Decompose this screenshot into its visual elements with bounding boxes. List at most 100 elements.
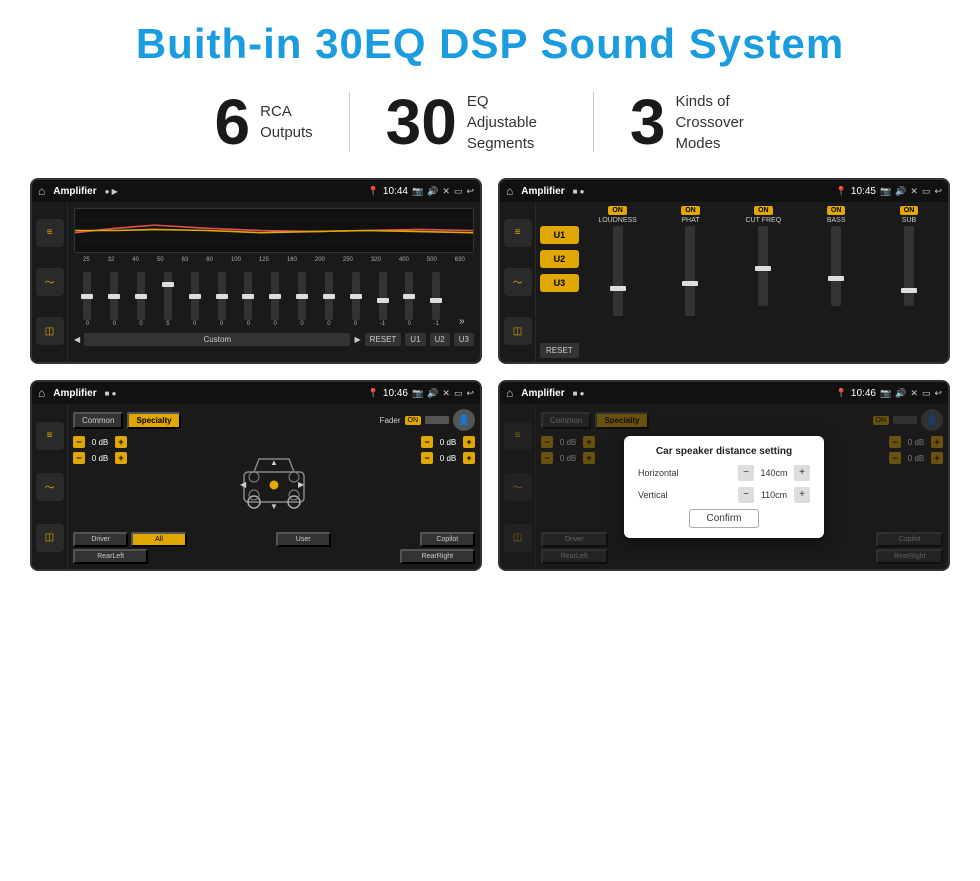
svg-text:◀: ◀ xyxy=(240,480,247,489)
cutfreq-slider[interactable] xyxy=(758,226,768,306)
crossover-main-area: U1 U2 U3 RESET ON LOUDNESS xyxy=(536,202,948,362)
eq-slider-9: 0 xyxy=(298,272,306,327)
phat-col: ON PHAT xyxy=(656,206,726,358)
eq-prev-arrow[interactable]: ◀ xyxy=(74,335,80,344)
dialog-screen: ⌂ Amplifier ■ ● 📍 10:46 📷 🔊 ✕ ▭ ↩ ≡ 〜 xyxy=(498,380,950,571)
eq-slider-1: 0 xyxy=(83,272,91,327)
crossover-sidebar-btn-3[interactable]: ◫ xyxy=(504,317,532,345)
horizontal-stepper: − 140cm + xyxy=(738,465,810,481)
vertical-minus-btn[interactable]: − xyxy=(738,487,754,503)
eq-x-icon: ✕ xyxy=(442,186,450,197)
db-plus-4[interactable]: + xyxy=(463,452,475,464)
driver-btn[interactable]: Driver xyxy=(73,532,128,547)
eq-camera-icon: 📷 xyxy=(412,186,423,197)
crossover-controls: ON LOUDNESS ON PHAT xyxy=(583,206,944,358)
fader-status-bar: ⌂ Amplifier ■ ● 📍 10:46 📷 🔊 ✕ ▭ ↩ xyxy=(32,382,480,404)
fader-sidebar-btn-2[interactable]: 〜 xyxy=(36,473,64,501)
horizontal-minus-btn[interactable]: − xyxy=(738,465,754,481)
eq-u2-btn[interactable]: U2 xyxy=(430,333,450,346)
right-db-controls: − 0 dB + − 0 dB + xyxy=(421,436,475,528)
eq-custom-btn[interactable]: Custom xyxy=(84,333,350,346)
eq-sidebar-btn-3[interactable]: ◫ xyxy=(36,317,64,345)
specialty-tab[interactable]: Specialty xyxy=(127,412,180,429)
crossover-reset-btn[interactable]: RESET xyxy=(540,343,579,358)
sub-toggle[interactable]: ON xyxy=(900,206,919,215)
fader-controls-area: − 0 dB + − 0 dB + xyxy=(73,436,475,528)
eq-window-icon: ▭ xyxy=(454,186,463,197)
u1-button[interactable]: U1 xyxy=(540,226,579,244)
user-btn[interactable]: User xyxy=(276,532,331,547)
eq-slider-2: 0 xyxy=(110,272,118,327)
db-plus-1[interactable]: + xyxy=(115,436,127,448)
page-title: Buith-in 30EQ DSP Sound System xyxy=(30,20,950,68)
fader-sidebar-btn-3[interactable]: ◫ xyxy=(36,524,64,552)
left-db-controls: − 0 dB + − 0 dB + xyxy=(73,436,127,528)
eq-slider-more[interactable]: » xyxy=(459,316,465,327)
eq-screen-content: ≡ 〜 ◫ xyxy=(32,202,480,362)
rearright-btn[interactable]: RearRight xyxy=(400,549,475,564)
eq-sound-icon: 🔊 xyxy=(427,186,438,197)
cutfreq-label: CUT FREQ xyxy=(745,217,781,224)
home-icon: ⌂ xyxy=(38,184,45,198)
dialog-back-icon: ↩ xyxy=(934,388,942,399)
eq-next-arrow[interactable]: ▶ xyxy=(354,335,360,344)
copilot-btn[interactable]: Copilot xyxy=(420,532,475,547)
horizontal-label: Horizontal xyxy=(638,468,679,478)
db-minus-4[interactable]: − xyxy=(421,452,433,464)
eq-slider-8: 0 xyxy=(271,272,279,327)
eq-graph xyxy=(74,208,474,253)
eq-slider-5: 0 xyxy=(191,272,199,327)
db-minus-1[interactable]: − xyxy=(73,436,85,448)
db-val-2: 0 dB xyxy=(88,454,112,463)
dialog-x-icon: ✕ xyxy=(910,388,918,399)
cutfreq-toggle[interactable]: ON xyxy=(754,206,773,215)
eq-sidebar-btn-2[interactable]: 〜 xyxy=(36,268,64,296)
horizontal-plus-btn[interactable]: + xyxy=(794,465,810,481)
crossover-camera-icon: 📷 xyxy=(880,186,891,197)
fader-slider[interactable] xyxy=(425,416,449,424)
crossover-x-icon: ✕ xyxy=(910,186,918,197)
loudness-slider[interactable] xyxy=(613,226,623,316)
db-minus-2[interactable]: − xyxy=(73,452,85,464)
eq-sidebar-btn-1[interactable]: ≡ xyxy=(36,219,64,247)
confirm-button[interactable]: Confirm xyxy=(689,509,758,528)
crossover-status-bar: ⌂ Amplifier ■ ● 📍 10:45 📷 🔊 ✕ ▭ ↩ xyxy=(500,180,948,202)
car-diagram: ▲ ▼ ◀ ▶ xyxy=(133,436,415,528)
crossover-screen-content: ≡ 〜 ◫ U1 U2 U3 RESET ON LOU xyxy=(500,202,948,362)
crossover-location-icon: 📍 xyxy=(836,186,847,197)
db-plus-2[interactable]: + xyxy=(115,452,127,464)
sub-slider[interactable] xyxy=(904,226,914,306)
eq-u3-btn[interactable]: U3 xyxy=(454,333,474,346)
loudness-toggle[interactable]: ON xyxy=(608,206,627,215)
eq-slider-12: -1 xyxy=(379,272,387,327)
fader-sidebar-btn-1[interactable]: ≡ xyxy=(36,422,64,450)
fader-x-icon: ✕ xyxy=(442,388,450,399)
stats-row: 6 RCAOutputs 30 EQ AdjustableSegments 3 … xyxy=(30,90,950,154)
svg-text:▼: ▼ xyxy=(270,502,278,511)
u3-button[interactable]: U3 xyxy=(540,274,579,292)
vertical-stepper: − 110cm + xyxy=(738,487,810,503)
crossover-sidebar-btn-2[interactable]: 〜 xyxy=(504,268,532,296)
vertical-plus-btn[interactable]: + xyxy=(794,487,810,503)
eq-back-icon: ↩ xyxy=(466,186,474,197)
phat-label: PHAT xyxy=(681,217,699,224)
avatar-button[interactable]: 👤 xyxy=(453,409,475,431)
eq-u1-btn[interactable]: U1 xyxy=(405,333,425,346)
phat-toggle[interactable]: ON xyxy=(681,206,700,215)
eq-screen: ⌂ Amplifier ● ▶ 📍 10:44 📷 🔊 ✕ ▭ ↩ ≡ 〜 ◫ xyxy=(30,178,482,364)
bass-toggle[interactable]: ON xyxy=(827,206,846,215)
crossover-sidebar-btn-1[interactable]: ≡ xyxy=(504,219,532,247)
db-plus-3[interactable]: + xyxy=(463,436,475,448)
phat-slider[interactable] xyxy=(685,226,695,316)
bass-slider[interactable] xyxy=(831,226,841,306)
db-row-1: − 0 dB + xyxy=(73,436,127,448)
eq-reset-btn[interactable]: RESET xyxy=(365,333,402,346)
eq-slider-14: -1 xyxy=(432,272,440,327)
sub-col: ON SUB xyxy=(874,206,944,358)
all-btn[interactable]: All xyxy=(131,532,186,547)
db-minus-3[interactable]: − xyxy=(421,436,433,448)
eq-slider-6: 0 xyxy=(218,272,226,327)
common-tab[interactable]: Common xyxy=(73,412,123,429)
u2-button[interactable]: U2 xyxy=(540,250,579,268)
rearleft-btn[interactable]: RearLeft xyxy=(73,549,148,564)
